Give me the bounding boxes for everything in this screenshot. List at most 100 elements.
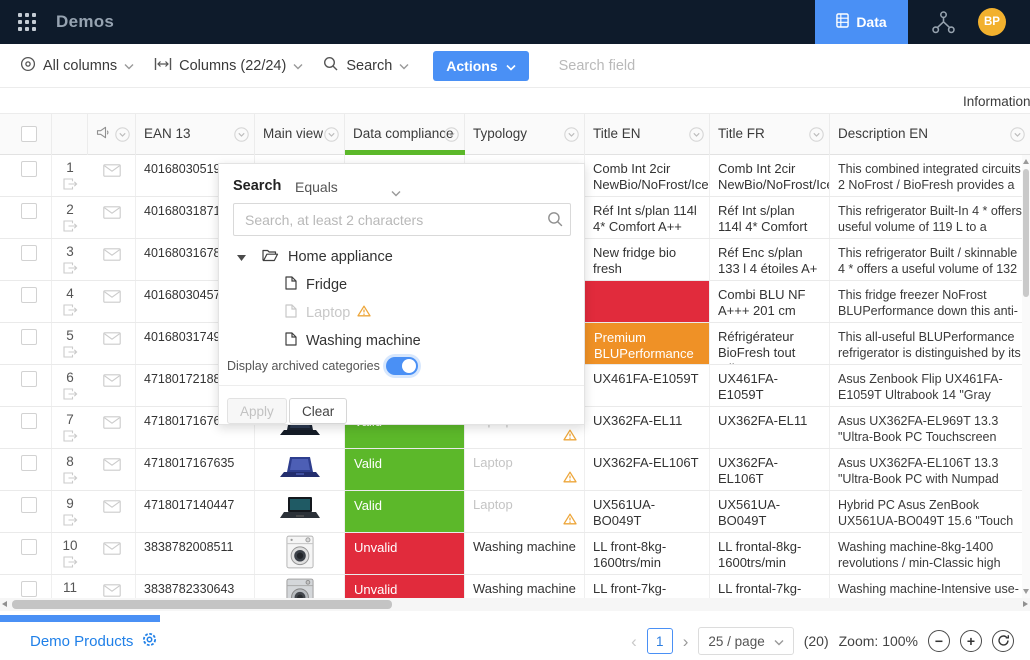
horizontal-scrollbar[interactable]: [0, 598, 1030, 611]
tab-data[interactable]: Data: [815, 0, 908, 44]
header-label: Title EN: [593, 126, 641, 141]
envelope-icon[interactable]: [103, 207, 121, 222]
column-filter-icon[interactable]: [1010, 127, 1025, 145]
header-main-view[interactable]: Main view: [255, 114, 345, 155]
row-checkbox[interactable]: [21, 245, 37, 261]
archived-categories-toggle[interactable]: [386, 357, 418, 375]
open-record-icon[interactable]: [54, 556, 86, 572]
row-checkbox[interactable]: [21, 581, 37, 597]
open-record-icon[interactable]: [54, 178, 86, 194]
row-checkbox[interactable]: [21, 329, 37, 345]
envelope-icon[interactable]: [103, 417, 121, 432]
envelope-icon[interactable]: [103, 249, 121, 264]
actions-button[interactable]: Actions: [433, 51, 528, 81]
select-all-checkbox[interactable]: [21, 126, 37, 142]
open-record-icon[interactable]: [54, 430, 86, 446]
refresh-button[interactable]: [992, 630, 1014, 652]
compliance-label: Valid: [354, 456, 382, 471]
scroll-right-arrow[interactable]: [1023, 601, 1028, 607]
avatar[interactable]: BP: [978, 8, 1006, 36]
top-navbar: Demos Data BP: [0, 0, 1030, 44]
open-record-icon[interactable]: [54, 304, 86, 320]
row-number: 3: [54, 244, 86, 260]
column-filter-icon[interactable]: [809, 127, 824, 145]
table-row[interactable]: 113838782330643UnvalidWashing machineLL …: [0, 575, 1030, 598]
tree-item-fridge[interactable]: Fridge: [219, 272, 584, 298]
row-checkbox[interactable]: [21, 203, 37, 219]
horizontal-scroll-thumb[interactable]: [12, 600, 392, 609]
column-filter-icon[interactable]: [564, 127, 579, 145]
zoom-out-button[interactable]: −: [928, 630, 950, 652]
header-data-compliance[interactable]: Data compliance: [345, 114, 465, 155]
column-filter-icon[interactable]: [689, 127, 704, 145]
column-filter-icon[interactable]: [324, 127, 339, 145]
vertical-scrollbar[interactable]: [1022, 155, 1030, 598]
page-size-select[interactable]: 25 / page: [698, 627, 793, 655]
column-filter-icon[interactable]: [115, 127, 130, 145]
search-menu[interactable]: Search: [323, 56, 409, 76]
header-typology[interactable]: Typology: [465, 114, 585, 155]
open-record-icon[interactable]: [54, 220, 86, 236]
envelope-icon[interactable]: [103, 543, 121, 558]
scroll-up-arrow[interactable]: [1023, 159, 1029, 164]
prev-page-button[interactable]: ‹: [631, 633, 637, 650]
next-page-button[interactable]: ›: [683, 633, 689, 650]
gear-icon[interactable]: [141, 631, 158, 652]
operator-select[interactable]: Equals: [295, 179, 338, 195]
all-columns-menu[interactable]: All columns: [20, 56, 134, 76]
search-menu-label: Search: [346, 58, 392, 74]
title-fr-cell: LL frontal-7kg-1400trs/min: [710, 575, 830, 598]
chevron-down-icon[interactable]: [391, 184, 401, 202]
search-field-input[interactable]: [557, 57, 757, 75]
page-number[interactable]: 1: [647, 628, 673, 654]
columns-menu[interactable]: Columns (22/24): [154, 57, 303, 75]
open-record-icon[interactable]: [54, 388, 86, 404]
open-record-icon[interactable]: [54, 346, 86, 362]
column-filter-icon[interactable]: [234, 127, 249, 145]
row-select-cell: [0, 533, 52, 574]
app-grid-icon[interactable]: [18, 13, 36, 31]
apply-button[interactable]: Apply: [227, 398, 287, 424]
tree-item-laptop[interactable]: Laptop: [219, 300, 584, 326]
envelope-icon[interactable]: [103, 459, 121, 474]
envelope-icon[interactable]: [103, 291, 121, 306]
hierarchy-icon[interactable]: [908, 9, 978, 36]
scroll-left-arrow[interactable]: [2, 601, 7, 607]
tree-item-washing-machine[interactable]: Washing machine: [219, 328, 584, 354]
clear-button[interactable]: Clear: [289, 398, 347, 424]
row-checkbox[interactable]: [21, 539, 37, 555]
header-ean13[interactable]: EAN 13: [136, 114, 255, 155]
row-checkbox[interactable]: [21, 413, 37, 429]
row-checkbox[interactable]: [21, 161, 37, 177]
open-record-icon[interactable]: [54, 472, 86, 488]
category-search-input[interactable]: [233, 203, 571, 236]
envelope-icon[interactable]: [103, 585, 121, 598]
open-record-icon[interactable]: [54, 262, 86, 278]
header-title-fr[interactable]: Title FR: [710, 114, 830, 155]
table-row[interactable]: 94718017140447ValidLaptopUX561UA-BO049TU…: [0, 491, 1030, 533]
typology-cell: Laptop: [465, 491, 585, 532]
zoom-in-button[interactable]: +: [960, 630, 982, 652]
envelope-icon[interactable]: [103, 501, 121, 516]
tree-item-home-appliance[interactable]: Home appliance: [219, 244, 584, 270]
caret-down-icon[interactable]: [237, 249, 246, 265]
grid-tab-demo-products[interactable]: Demo Products: [30, 631, 158, 652]
table-row[interactable]: 84718017167635ValidLaptopUX362FA-EL106TU…: [0, 449, 1030, 491]
row-checkbox[interactable]: [21, 497, 37, 513]
vertical-scroll-thumb[interactable]: [1023, 169, 1029, 297]
table-row[interactable]: 103838782008511UnvalidWashing machineLL …: [0, 533, 1030, 575]
envelope-icon[interactable]: [103, 165, 121, 180]
header-title-en[interactable]: Title EN: [585, 114, 710, 155]
column-filter-icon[interactable]: [444, 127, 459, 145]
header-description-en[interactable]: Description EN: [830, 114, 1030, 155]
row-checkbox[interactable]: [21, 371, 37, 387]
description-en-value: This fridge freezer NoFrost BLUPerforman…: [838, 288, 1018, 318]
scroll-down-arrow[interactable]: [1023, 589, 1029, 594]
description-en-cell: Asus UX362FA-EL106T 13.3 "Ultra-Book PC …: [830, 449, 1030, 490]
row-checkbox[interactable]: [21, 287, 37, 303]
search-icon[interactable]: [547, 211, 564, 233]
open-record-icon[interactable]: [54, 514, 86, 530]
envelope-icon[interactable]: [103, 333, 121, 348]
envelope-icon[interactable]: [103, 375, 121, 390]
row-checkbox[interactable]: [21, 455, 37, 471]
